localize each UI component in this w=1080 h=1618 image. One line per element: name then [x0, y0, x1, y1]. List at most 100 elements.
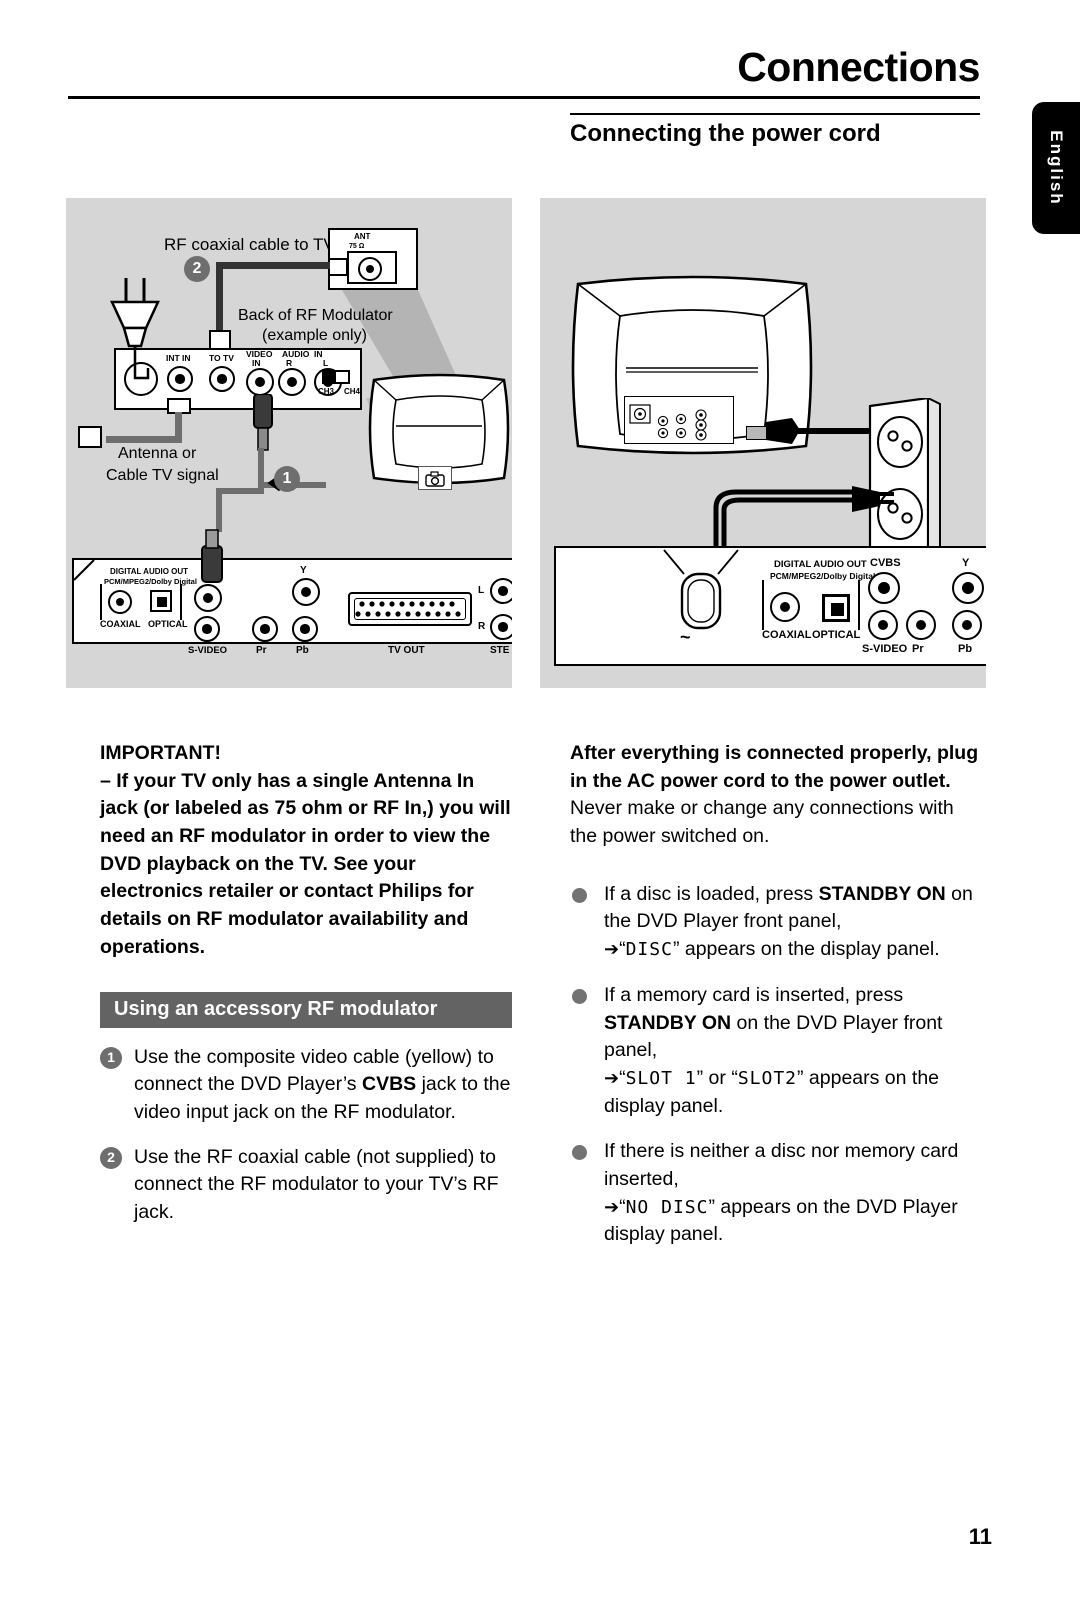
modulator-jack-to-tv: [209, 366, 235, 392]
step-number-badge: 1: [100, 1046, 122, 1069]
dvd-label-pb-left: Pb: [296, 645, 309, 656]
dvd-ac-mains-symbol: ~: [680, 627, 691, 647]
modulator-label-video-in: IN: [252, 358, 261, 368]
modulator-power-lead: [133, 350, 150, 380]
dvd-label-coaxial-right: COAXIAL: [762, 629, 812, 641]
diagram-label-antenna-or: Antenna or: [118, 445, 197, 462]
bullet-tail: appears on the display panel.: [679, 938, 940, 961]
dvd-jack-cvbs-right: [868, 572, 900, 604]
antenna-cable-horizontal: [106, 436, 182, 443]
modulator-label-to-tv: TO TV: [209, 353, 234, 363]
power-cord-lead-bold: After everything is connected properly, …: [570, 742, 979, 792]
important-heading: IMPORTANT!: [100, 742, 221, 764]
dvd-jack-optical-left[interactable]: [150, 590, 172, 612]
tv-rear-jack-panel: [624, 396, 734, 444]
dvd-label-y-left: Y: [300, 565, 307, 576]
composite-cable-segment-4: [216, 488, 264, 494]
antenna-coax-plug: [78, 426, 102, 448]
bullet-pre: If a memory card is inserted, press: [604, 983, 904, 1006]
list-item: 1 Use the composite video cable (yellow)…: [100, 1044, 512, 1127]
left-text-column: IMPORTANT! – If your TV only has a singl…: [100, 740, 512, 1244]
dvd-label-optical-right: OPTICAL: [812, 629, 861, 641]
bullet-dot: [572, 988, 587, 1004]
dvd-ac-inlet: [663, 549, 739, 630]
dvd-jack-s-video-right: [868, 610, 898, 640]
dvd-jack-pb-left: [292, 616, 318, 642]
bullet-bold: STANDBY ON: [604, 1011, 732, 1034]
divider-left-2: [180, 584, 182, 620]
dvd-label-optical-left: OPTICAL: [148, 619, 188, 629]
bullet-dot: [572, 1145, 587, 1161]
dvd-label-pb-right: Pb: [958, 643, 973, 655]
dvd-label-s-video-left: S-VIDEO: [188, 645, 228, 656]
dvd-jack-pr-right: [906, 610, 936, 640]
result-arrow-icon: ➔: [604, 939, 620, 960]
panel-corner-bevel: [73, 559, 95, 581]
list-item: If a memory card is inserted, press STAN…: [570, 982, 982, 1120]
divider-right-2: [858, 580, 860, 630]
camera-icon-box: [418, 466, 452, 490]
dvd-jack-y-right: [952, 572, 984, 604]
section-heading-rf-modulator: Using an accessory RF modulator: [100, 991, 512, 1028]
language-tab-english: English: [1032, 102, 1080, 234]
dvd-label-digital-audio-out-left: DIGITAL AUDIO OUT: [110, 567, 189, 576]
step-number-badge: 2: [100, 1146, 122, 1169]
display-text-slot2: SLOT2: [737, 1067, 797, 1089]
display-text-slot1: SLOT 1: [625, 1067, 697, 1089]
right-text-column: After everything is connected properly, …: [570, 740, 982, 1267]
rf-modulator-connection-diagram: RF coaxial cable to TV 2 ANT 75 Ω Back o…: [66, 198, 512, 688]
channel-switch[interactable]: [322, 370, 350, 384]
subheading-divider: [570, 113, 980, 115]
scart-pins: [355, 601, 461, 617]
title-divider: [68, 96, 980, 99]
dvd-jack-audio-l-left: [490, 578, 512, 604]
dvd-jack-coaxial-right: [770, 592, 800, 622]
diagram-badge-1: 1: [274, 466, 300, 492]
bullet-pre: If there is neither a disc nor memory ca…: [604, 1140, 959, 1190]
modulator-label-audio-in: IN: [314, 349, 323, 359]
step-text-bold: CVBS: [361, 1073, 417, 1096]
diagram-label-back-of-modulator: Back of RF Modulator: [238, 307, 393, 324]
list-item: If there is neither a disc nor memory ca…: [570, 1138, 982, 1249]
modulator-label-audio-r: R: [286, 358, 293, 368]
dvd-label-coaxial-left: COAXIAL: [100, 619, 141, 629]
modulator-jack-int-in: [167, 366, 193, 392]
dvd-label-cvbs-right: CVBS: [870, 557, 901, 569]
modulator-label-int-in: INT IN: [166, 353, 191, 363]
modulator-jack-video-in: [246, 368, 274, 396]
dvd-jack-coaxial-left: [108, 590, 132, 614]
dvd-label-stereo-left: STE: [490, 645, 510, 656]
page-title: Connections: [737, 44, 980, 90]
dvd-label-digital-audio-out-right: DIGITAL AUDIO OUT: [774, 559, 867, 570]
dvd-label-pr-right: Pr: [912, 643, 924, 655]
language-tab-label: English: [1047, 130, 1066, 206]
dvd-label-pr-left: Pr: [256, 645, 267, 656]
power-cord-lead-note: Never make or change any connections wit…: [570, 797, 954, 848]
diagram-label-cable-tv-signal: Cable TV signal: [106, 467, 219, 484]
bullet-pre: If a disc is loaded, press: [604, 882, 819, 905]
list-item: 2 Use the RF coaxial cable (not supplied…: [100, 1144, 512, 1227]
important-body: – If your TV only has a single Antenna I…: [100, 769, 511, 958]
subheading: Connecting the power cord: [570, 120, 881, 147]
composite-cable-segment-3: [216, 488, 222, 532]
power-on-bullets: If a disc is loaded, press STANDBY ON on…: [570, 881, 982, 1249]
dvd-jack-optical-right[interactable]: [822, 594, 850, 622]
dvd-label-y-right: Y: [962, 557, 970, 569]
list-item: If a disc is loaded, press STANDBY ON on…: [570, 881, 982, 964]
dvd-jack-pr-left: [252, 616, 278, 642]
channel-label-ch3: CH3: [318, 387, 335, 396]
bullet-dot: [572, 887, 587, 903]
divider-right-1: [762, 580, 764, 630]
tv-ac-mains-inlet: [746, 426, 768, 440]
composite-plug-cvbs: [201, 529, 223, 583]
quote-mid: or: [703, 1066, 732, 1089]
step-text-part1: Use the RF coaxial cable (not supplied) …: [134, 1145, 499, 1223]
dvd-label-s-video-right: S-VIDEO: [862, 643, 908, 655]
dvd-jack-y-left: [292, 578, 320, 606]
dvd-jack-pb-right: [952, 610, 982, 640]
modulator-jack-audio-r: [278, 368, 306, 396]
diagram-label-example-only: (example only): [262, 327, 367, 344]
dvd-jack-s-video-left: [194, 616, 220, 642]
display-text-disc: DISC: [625, 939, 673, 961]
channel-label-ch4: CH4: [344, 387, 361, 396]
